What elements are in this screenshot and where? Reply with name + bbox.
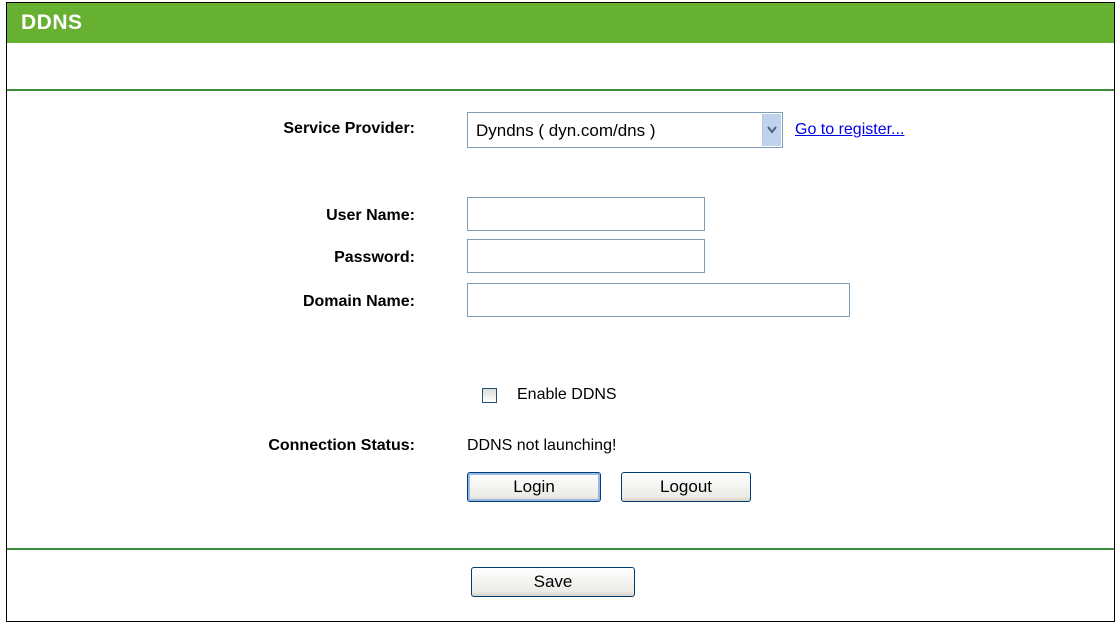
logout-button[interactable]: Logout <box>621 472 751 502</box>
top-divider <box>7 89 1114 91</box>
enable-ddns-label: Enable DDNS <box>517 386 617 403</box>
page-header: DDNS <box>7 3 1114 43</box>
domain-name-input[interactable] <box>467 283 850 317</box>
connection-status-label: Connection Status: <box>268 437 415 454</box>
domain-name-label: Domain Name: <box>302 293 415 310</box>
service-provider-select[interactable]: Dyndns ( dyn.com/dns ) <box>467 112 783 148</box>
chevron-down-icon[interactable] <box>762 114 781 146</box>
service-provider-selected: Dyndns ( dyn.com/dns ) <box>476 121 656 140</box>
service-provider-label: Service Provider: <box>283 120 415 137</box>
connection-status-value: DDNS not launching! <box>467 437 617 454</box>
password-input[interactable] <box>467 239 705 273</box>
ddns-panel: DDNS Service Provider: Dyndns ( dyn.com/… <box>6 2 1115 622</box>
save-button[interactable]: Save <box>471 567 635 597</box>
username-label: User Name: <box>326 207 415 224</box>
go-to-register-link[interactable]: Go to register... <box>795 121 904 139</box>
username-input[interactable] <box>467 197 705 231</box>
bottom-divider <box>7 548 1114 550</box>
page-title: DDNS <box>21 11 83 34</box>
password-label: Password: <box>334 249 415 266</box>
login-button[interactable]: Login <box>467 472 601 502</box>
enable-ddns-checkbox[interactable] <box>482 388 497 403</box>
